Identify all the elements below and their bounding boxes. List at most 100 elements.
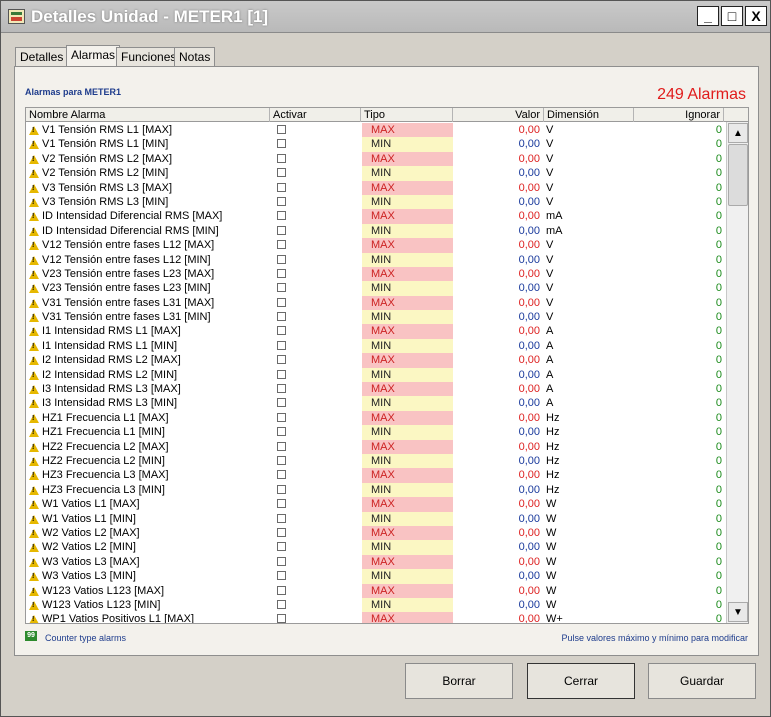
tipo-cell[interactable]: MIN <box>362 511 453 526</box>
table-row[interactable]: W2 Vatios L2 [MAX] MAX0,00 W 0 <box>26 525 726 541</box>
activar-checkbox[interactable] <box>277 182 286 192</box>
valor-cell[interactable]: 0,00 <box>453 353 541 367</box>
ignorar-cell[interactable]: 0 <box>635 425 722 439</box>
valor-cell[interactable]: 0,00 <box>453 555 541 569</box>
activar-checkbox[interactable] <box>277 254 286 264</box>
activar-checkbox[interactable] <box>277 340 286 350</box>
table-row[interactable]: V3 Tensión RMS L3 [MIN] MIN0,00 V 0 <box>26 194 726 210</box>
column-header-activar[interactable]: Activar <box>270 108 361 122</box>
tipo-cell[interactable]: MAX <box>362 554 453 570</box>
valor-cell[interactable]: 0,00 <box>453 368 541 382</box>
table-row[interactable]: I1 Intensidad RMS L1 [MAX] MAX0,00 A 0 <box>26 324 726 339</box>
ignorar-cell[interactable]: 0 <box>635 166 722 180</box>
activar-checkbox[interactable] <box>277 297 286 307</box>
valor-cell[interactable]: 0,00 <box>453 454 541 468</box>
valor-cell[interactable]: 0,00 <box>453 324 541 338</box>
table-row[interactable]: W123 Vatios L123 [MAX] MAX0,00 W 0 <box>26 583 726 598</box>
tipo-cell[interactable]: MAX <box>362 238 453 253</box>
valor-cell[interactable]: 0,00 <box>453 267 541 281</box>
valor-cell[interactable]: 0,00 <box>453 612 541 623</box>
activar-checkbox[interactable] <box>277 470 286 480</box>
activar-checkbox[interactable] <box>277 542 286 552</box>
table-row[interactable]: V2 Tensión RMS L2 [MIN] MIN0,00 V 0 <box>26 166 726 181</box>
tipo-cell[interactable]: MIN <box>362 540 453 555</box>
ignorar-cell[interactable]: 0 <box>635 353 722 367</box>
table-row[interactable]: HZ2 Frecuencia L2 [MIN] MIN0,00 Hz 0 <box>26 453 726 469</box>
guardar-button[interactable]: Guardar <box>648 663 756 699</box>
ignorar-cell[interactable]: 0 <box>635 468 722 482</box>
tipo-cell[interactable]: MIN <box>362 453 453 469</box>
table-row[interactable]: V12 Tensión entre fases L12 [MAX] MAX0,00… <box>26 238 726 253</box>
tipo-cell[interactable]: MAX <box>362 583 453 598</box>
activar-checkbox[interactable] <box>277 384 286 394</box>
tipo-cell[interactable]: MAX <box>362 410 453 426</box>
activar-checkbox[interactable] <box>277 556 286 566</box>
ignorar-cell[interactable]: 0 <box>635 526 722 540</box>
valor-cell[interactable]: 0,00 <box>453 339 541 353</box>
valor-cell[interactable]: 0,00 <box>453 526 541 540</box>
ignorar-cell[interactable]: 0 <box>635 238 722 252</box>
table-row[interactable]: W2 Vatios L2 [MIN] MIN0,00 W 0 <box>26 540 726 555</box>
tipo-cell[interactable]: MAX <box>362 151 453 167</box>
cerrar-button[interactable]: Cerrar <box>527 663 635 699</box>
minimize-button[interactable]: _ <box>697 6 719 26</box>
tipo-cell[interactable]: MIN <box>362 281 453 296</box>
table-row[interactable]: V23 Tensión entre fases L23 [MAX] MAX0,00… <box>26 266 726 282</box>
valor-cell[interactable]: 0,00 <box>453 224 541 238</box>
ignorar-cell[interactable]: 0 <box>635 612 722 623</box>
table-row[interactable]: I3 Intensidad RMS L3 [MAX] MAX0,00 A 0 <box>26 382 726 397</box>
table-row[interactable]: I3 Intensidad RMS L3 [MIN] MIN0,00 A 0 <box>26 396 726 411</box>
ignorar-cell[interactable]: 0 <box>635 253 722 267</box>
tipo-cell[interactable]: MIN <box>362 194 453 210</box>
valor-cell[interactable]: 0,00 <box>453 468 541 482</box>
valor-cell[interactable]: 0,00 <box>453 195 541 209</box>
valor-cell[interactable]: 0,00 <box>453 598 541 612</box>
activar-checkbox[interactable] <box>277 283 286 293</box>
ignorar-cell[interactable]: 0 <box>635 123 722 137</box>
activar-checkbox[interactable] <box>277 326 286 336</box>
tipo-cell[interactable]: MIN <box>362 482 453 498</box>
activar-checkbox[interactable] <box>277 499 286 509</box>
tipo-cell[interactable]: MAX <box>362 180 453 195</box>
valor-cell[interactable]: 0,00 <box>453 209 541 223</box>
activar-checkbox[interactable] <box>277 369 286 379</box>
tab-detalles[interactable]: Detalles <box>15 47 69 67</box>
table-row[interactable]: HZ1 Frecuencia L1 [MAX] MAX0,00 Hz 0 <box>26 410 726 426</box>
valor-cell[interactable]: 0,00 <box>453 540 541 554</box>
valor-cell[interactable]: 0,00 <box>453 382 541 396</box>
ignorar-cell[interactable]: 0 <box>635 209 722 223</box>
ignorar-cell[interactable]: 0 <box>635 195 722 209</box>
ignorar-cell[interactable]: 0 <box>635 324 722 338</box>
ignorar-cell[interactable]: 0 <box>635 440 722 454</box>
activar-checkbox[interactable] <box>277 599 286 609</box>
tipo-cell[interactable]: MIN <box>362 338 453 354</box>
tipo-cell[interactable]: MAX <box>362 439 453 454</box>
activar-checkbox[interactable] <box>277 168 286 178</box>
column-header-name[interactable]: Nombre Alarma <box>26 108 270 122</box>
valor-cell[interactable]: 0,00 <box>453 181 541 195</box>
table-row[interactable]: V1 Tensión RMS L1 [MIN] MIN0,00 V 0 <box>26 137 726 152</box>
table-row[interactable]: ID Intensidad Diferencial RMS [MIN] MIN0,… <box>26 223 726 239</box>
valor-cell[interactable]: 0,00 <box>453 440 541 454</box>
ignorar-cell[interactable]: 0 <box>635 454 722 468</box>
table-row[interactable]: W3 Vatios L3 [MIN] MIN0,00 W 0 <box>26 569 726 584</box>
activar-checkbox[interactable] <box>277 441 286 451</box>
table-row[interactable]: V31 Tensión entre fases L31 [MAX] MAX0,00… <box>26 295 726 311</box>
valor-cell[interactable]: 0,00 <box>453 310 541 324</box>
activar-checkbox[interactable] <box>277 455 286 465</box>
table-row[interactable]: V31 Tensión entre fases L31 [MIN] MIN0,00… <box>26 310 726 325</box>
table-row[interactable]: V12 Tensión entre fases L12 [MIN] MIN0,00… <box>26 252 726 267</box>
table-row[interactable]: I2 Intensidad RMS L2 [MAX] MAX0,00 A 0 <box>26 353 726 368</box>
table-row[interactable]: V3 Tensión RMS L3 [MAX] MAX0,00 V 0 <box>26 180 726 195</box>
table-row[interactable]: ID Intensidad Diferencial RMS [MAX] MAX0,… <box>26 209 726 224</box>
table-row[interactable]: HZ2 Frecuencia L2 [MAX] MAX0,00 Hz 0 <box>26 439 726 454</box>
column-header-dimension[interactable]: Dimensión <box>544 108 634 122</box>
table-row[interactable]: WP1 Vatios Positivos L1 [MAX] MAX0,00 W+ 0 <box>26 612 726 623</box>
valor-cell[interactable]: 0,00 <box>453 425 541 439</box>
scroll-up-button[interactable]: ▲ <box>728 123 748 143</box>
valor-cell[interactable]: 0,00 <box>453 483 541 497</box>
activar-checkbox[interactable] <box>277 484 286 494</box>
ignorar-cell[interactable]: 0 <box>635 296 722 310</box>
activar-checkbox[interactable] <box>277 225 286 235</box>
activar-checkbox[interactable] <box>277 125 286 134</box>
